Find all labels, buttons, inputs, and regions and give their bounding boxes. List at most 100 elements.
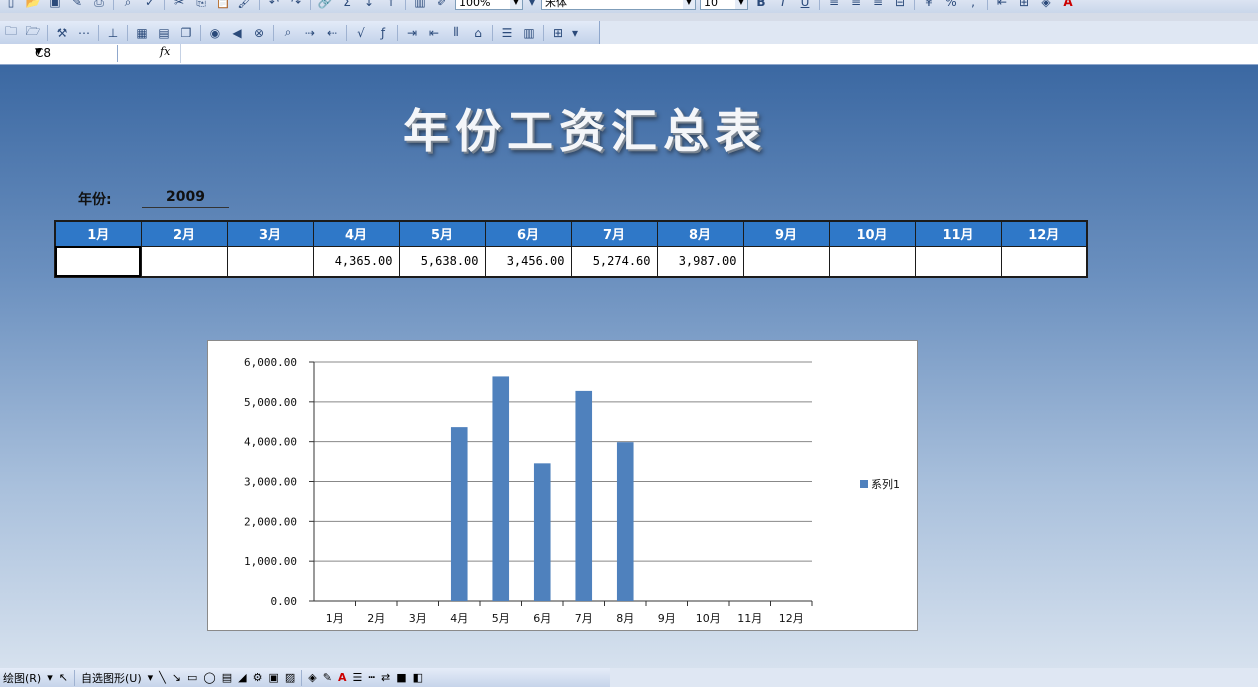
permission-icon[interactable]: ✎ xyxy=(67,0,87,11)
open-icon[interactable]: 📂 xyxy=(23,0,43,11)
autosum-icon[interactable]: Σ xyxy=(337,0,357,11)
chevron-down-icon[interactable]: ▼ xyxy=(510,0,522,9)
bar-7[interactable] xyxy=(575,390,593,601)
chevron-down-icon[interactable]: ▾ xyxy=(44,671,56,684)
clipboard-icon[interactable]: ▤ xyxy=(154,24,174,42)
print-icon[interactable]: ⎙ xyxy=(89,0,109,11)
month-header[interactable]: 5月 xyxy=(398,220,486,247)
3d-icon[interactable]: ◧ xyxy=(410,671,426,684)
salary-cell[interactable]: 4,365.00 xyxy=(312,245,400,278)
sort-ascending-icon[interactable]: ↓ xyxy=(359,0,379,11)
save-icon[interactable]: ▣ xyxy=(45,0,65,11)
salary-cell[interactable] xyxy=(54,245,142,278)
salary-cell[interactable]: 5,638.00 xyxy=(398,245,486,278)
sqrt-icon[interactable]: √ xyxy=(351,24,371,42)
toolbar-options-icon[interactable]: ▾ xyxy=(570,24,580,42)
folder-icon[interactable]: 🗀 xyxy=(1,24,21,42)
chevron-down-icon[interactable]: ▾ xyxy=(145,671,157,684)
month-header[interactable]: 12月 xyxy=(1000,220,1088,247)
select-objects-icon[interactable]: ↖ xyxy=(56,671,71,684)
indent-right-icon[interactable]: ⇤ xyxy=(424,24,444,42)
salary-cell[interactable]: 3,456.00 xyxy=(484,245,572,278)
name-box[interactable]: C8 ▼ xyxy=(0,45,118,62)
salary-cell[interactable] xyxy=(914,245,1002,278)
bar-5[interactable] xyxy=(492,376,510,601)
salary-cell[interactable] xyxy=(828,245,916,278)
hyperlink-icon[interactable]: 🔗 xyxy=(315,0,335,11)
salary-cell[interactable]: 3,987.00 xyxy=(656,245,744,278)
textbox-icon[interactable]: ▤ xyxy=(219,671,235,684)
clipart-icon[interactable]: ▣ xyxy=(265,671,281,684)
month-header[interactable]: 7月 xyxy=(570,220,658,247)
month-header[interactable]: 6月 xyxy=(484,220,572,247)
spelling-icon[interactable]: ✓ xyxy=(140,0,160,11)
list-icon[interactable]: ☰ xyxy=(497,24,517,42)
align-center-icon[interactable]: ≡ xyxy=(846,0,866,11)
line-icon[interactable]: ╲ xyxy=(156,671,169,684)
bar-6[interactable] xyxy=(533,463,551,601)
month-header[interactable]: 4月 xyxy=(312,220,400,247)
formula-input[interactable] xyxy=(180,44,1258,63)
line-style-icon[interactable]: ☰ xyxy=(349,671,365,684)
month-header[interactable]: 8月 xyxy=(656,220,744,247)
month-header[interactable]: 9月 xyxy=(742,220,830,247)
draw-menu-button[interactable]: 绘图(R) xyxy=(0,670,44,686)
copy-icon[interactable]: ⎘ xyxy=(191,0,211,11)
percent-icon[interactable]: % xyxy=(941,0,961,11)
font-size-select[interactable]: 10 ▼ xyxy=(700,0,748,10)
indent-left-icon[interactable]: ⇥ xyxy=(402,24,422,42)
month-header[interactable]: 10月 xyxy=(828,220,916,247)
zoom-select[interactable]: 100% ▼ xyxy=(455,0,523,10)
shadow-icon[interactable]: ■ xyxy=(393,671,409,684)
month-header[interactable]: 3月 xyxy=(226,220,314,247)
columns-icon[interactable]: ⫴ xyxy=(446,24,466,42)
chart-wizard-icon[interactable]: ▥ xyxy=(410,0,430,11)
tree-icon[interactable]: ⊥ xyxy=(103,24,123,42)
wordart-icon[interactable]: ◢ xyxy=(235,671,249,684)
autoshape-menu-button[interactable]: 自选图形(U) xyxy=(78,670,145,686)
fill-color-icon[interactable]: ◈ xyxy=(305,671,319,684)
underline-icon[interactable]: U xyxy=(795,0,815,11)
trace-precedents-icon[interactable]: ⇢ xyxy=(300,24,320,42)
italic-icon[interactable]: I xyxy=(773,0,793,11)
arrow-icon[interactable]: ↘ xyxy=(169,671,184,684)
oval-icon[interactable]: ◯ xyxy=(200,671,218,684)
line-color-icon[interactable]: ✎ xyxy=(320,671,335,684)
chevron-down-icon[interactable]: ▼ xyxy=(35,47,111,57)
trace-dependents-icon[interactable]: ⇠ xyxy=(322,24,342,42)
legend-label[interactable]: 系列1 xyxy=(871,477,900,491)
currency-icon[interactable]: ¥ xyxy=(919,0,939,11)
back-icon[interactable]: ◀ xyxy=(227,24,247,42)
merge-center-icon[interactable]: ⊟ xyxy=(890,0,910,11)
year-value-cell[interactable]: 2009 xyxy=(142,189,229,208)
dash-style-icon[interactable]: ┅ xyxy=(365,671,378,684)
salary-chart[interactable]: 0.00 1,000.00 2,000.00 3,000.00 4,000.00 5,00… xyxy=(207,340,918,631)
borders-icon[interactable]: ⊞ xyxy=(1014,0,1034,11)
decrease-indent-icon[interactable]: ⇤ xyxy=(992,0,1012,11)
arrow-style-icon[interactable]: ⇄ xyxy=(378,671,393,684)
cut-icon[interactable]: ✂ xyxy=(169,0,189,11)
font-color-icon[interactable]: A xyxy=(1058,0,1078,11)
insert-function-icon[interactable]: fx xyxy=(160,45,178,62)
drawing-icon[interactable]: ✐ xyxy=(432,0,452,11)
align-left-icon[interactable]: ≡ xyxy=(824,0,844,11)
fill-color-icon[interactable]: ◈ xyxy=(1036,0,1056,11)
paste-icon[interactable]: 📋 xyxy=(213,0,233,11)
font-color-icon[interactable]: A xyxy=(335,671,350,684)
tools-icon[interactable]: ⚒ xyxy=(52,24,72,42)
picture-icon[interactable]: ▨ xyxy=(282,671,298,684)
comma-icon[interactable]: , xyxy=(963,0,983,11)
bold-icon[interactable]: B xyxy=(751,0,771,11)
month-header[interactable]: 1月 xyxy=(54,220,142,247)
print-preview-icon[interactable]: ⌕ xyxy=(118,0,138,11)
bar-chart-icon[interactable]: ▥ xyxy=(519,24,539,42)
open-folder-icon[interactable]: 🗁 xyxy=(23,24,43,42)
salary-cell[interactable] xyxy=(1000,245,1088,278)
close-circle-icon[interactable]: ⊗ xyxy=(249,24,269,42)
rectangle-icon[interactable]: ▭ xyxy=(184,671,200,684)
zoom-window-icon[interactable]: ⌕ xyxy=(278,24,298,42)
bar-8[interactable] xyxy=(616,442,634,601)
undo-icon[interactable]: ↶ xyxy=(264,0,284,11)
table-icon[interactable]: ⊞ xyxy=(548,24,568,42)
window-icon[interactable]: ❐ xyxy=(176,24,196,42)
